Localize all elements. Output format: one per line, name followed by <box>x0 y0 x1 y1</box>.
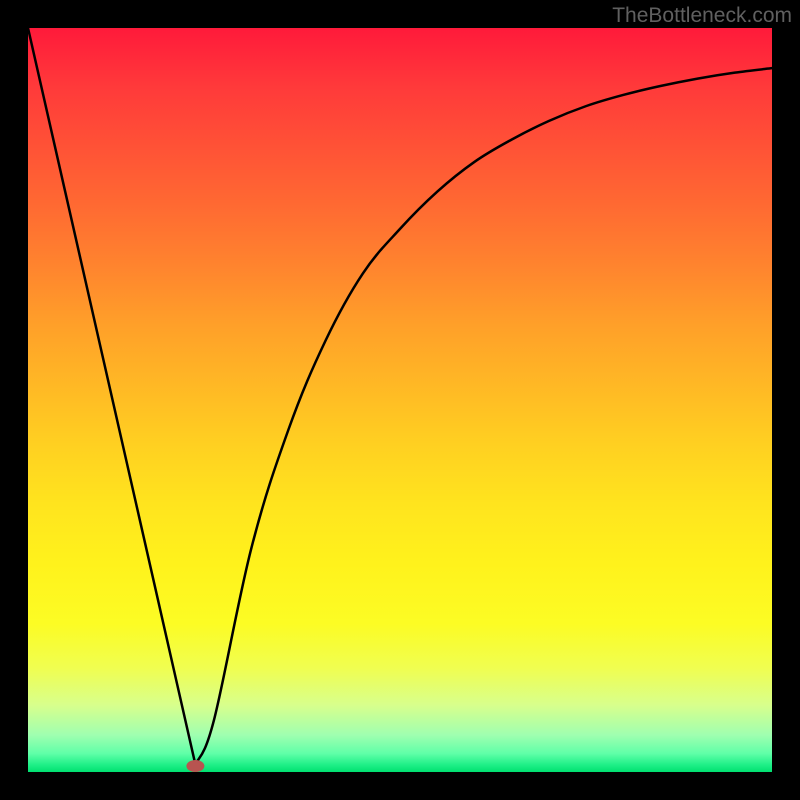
chart-container: TheBottleneck.com <box>0 0 800 800</box>
watermark-text: TheBottleneck.com <box>612 4 792 28</box>
minimum-marker <box>186 760 204 772</box>
curve-svg <box>28 28 772 772</box>
bottleneck-curve <box>28 28 772 765</box>
plot-area <box>28 28 772 772</box>
